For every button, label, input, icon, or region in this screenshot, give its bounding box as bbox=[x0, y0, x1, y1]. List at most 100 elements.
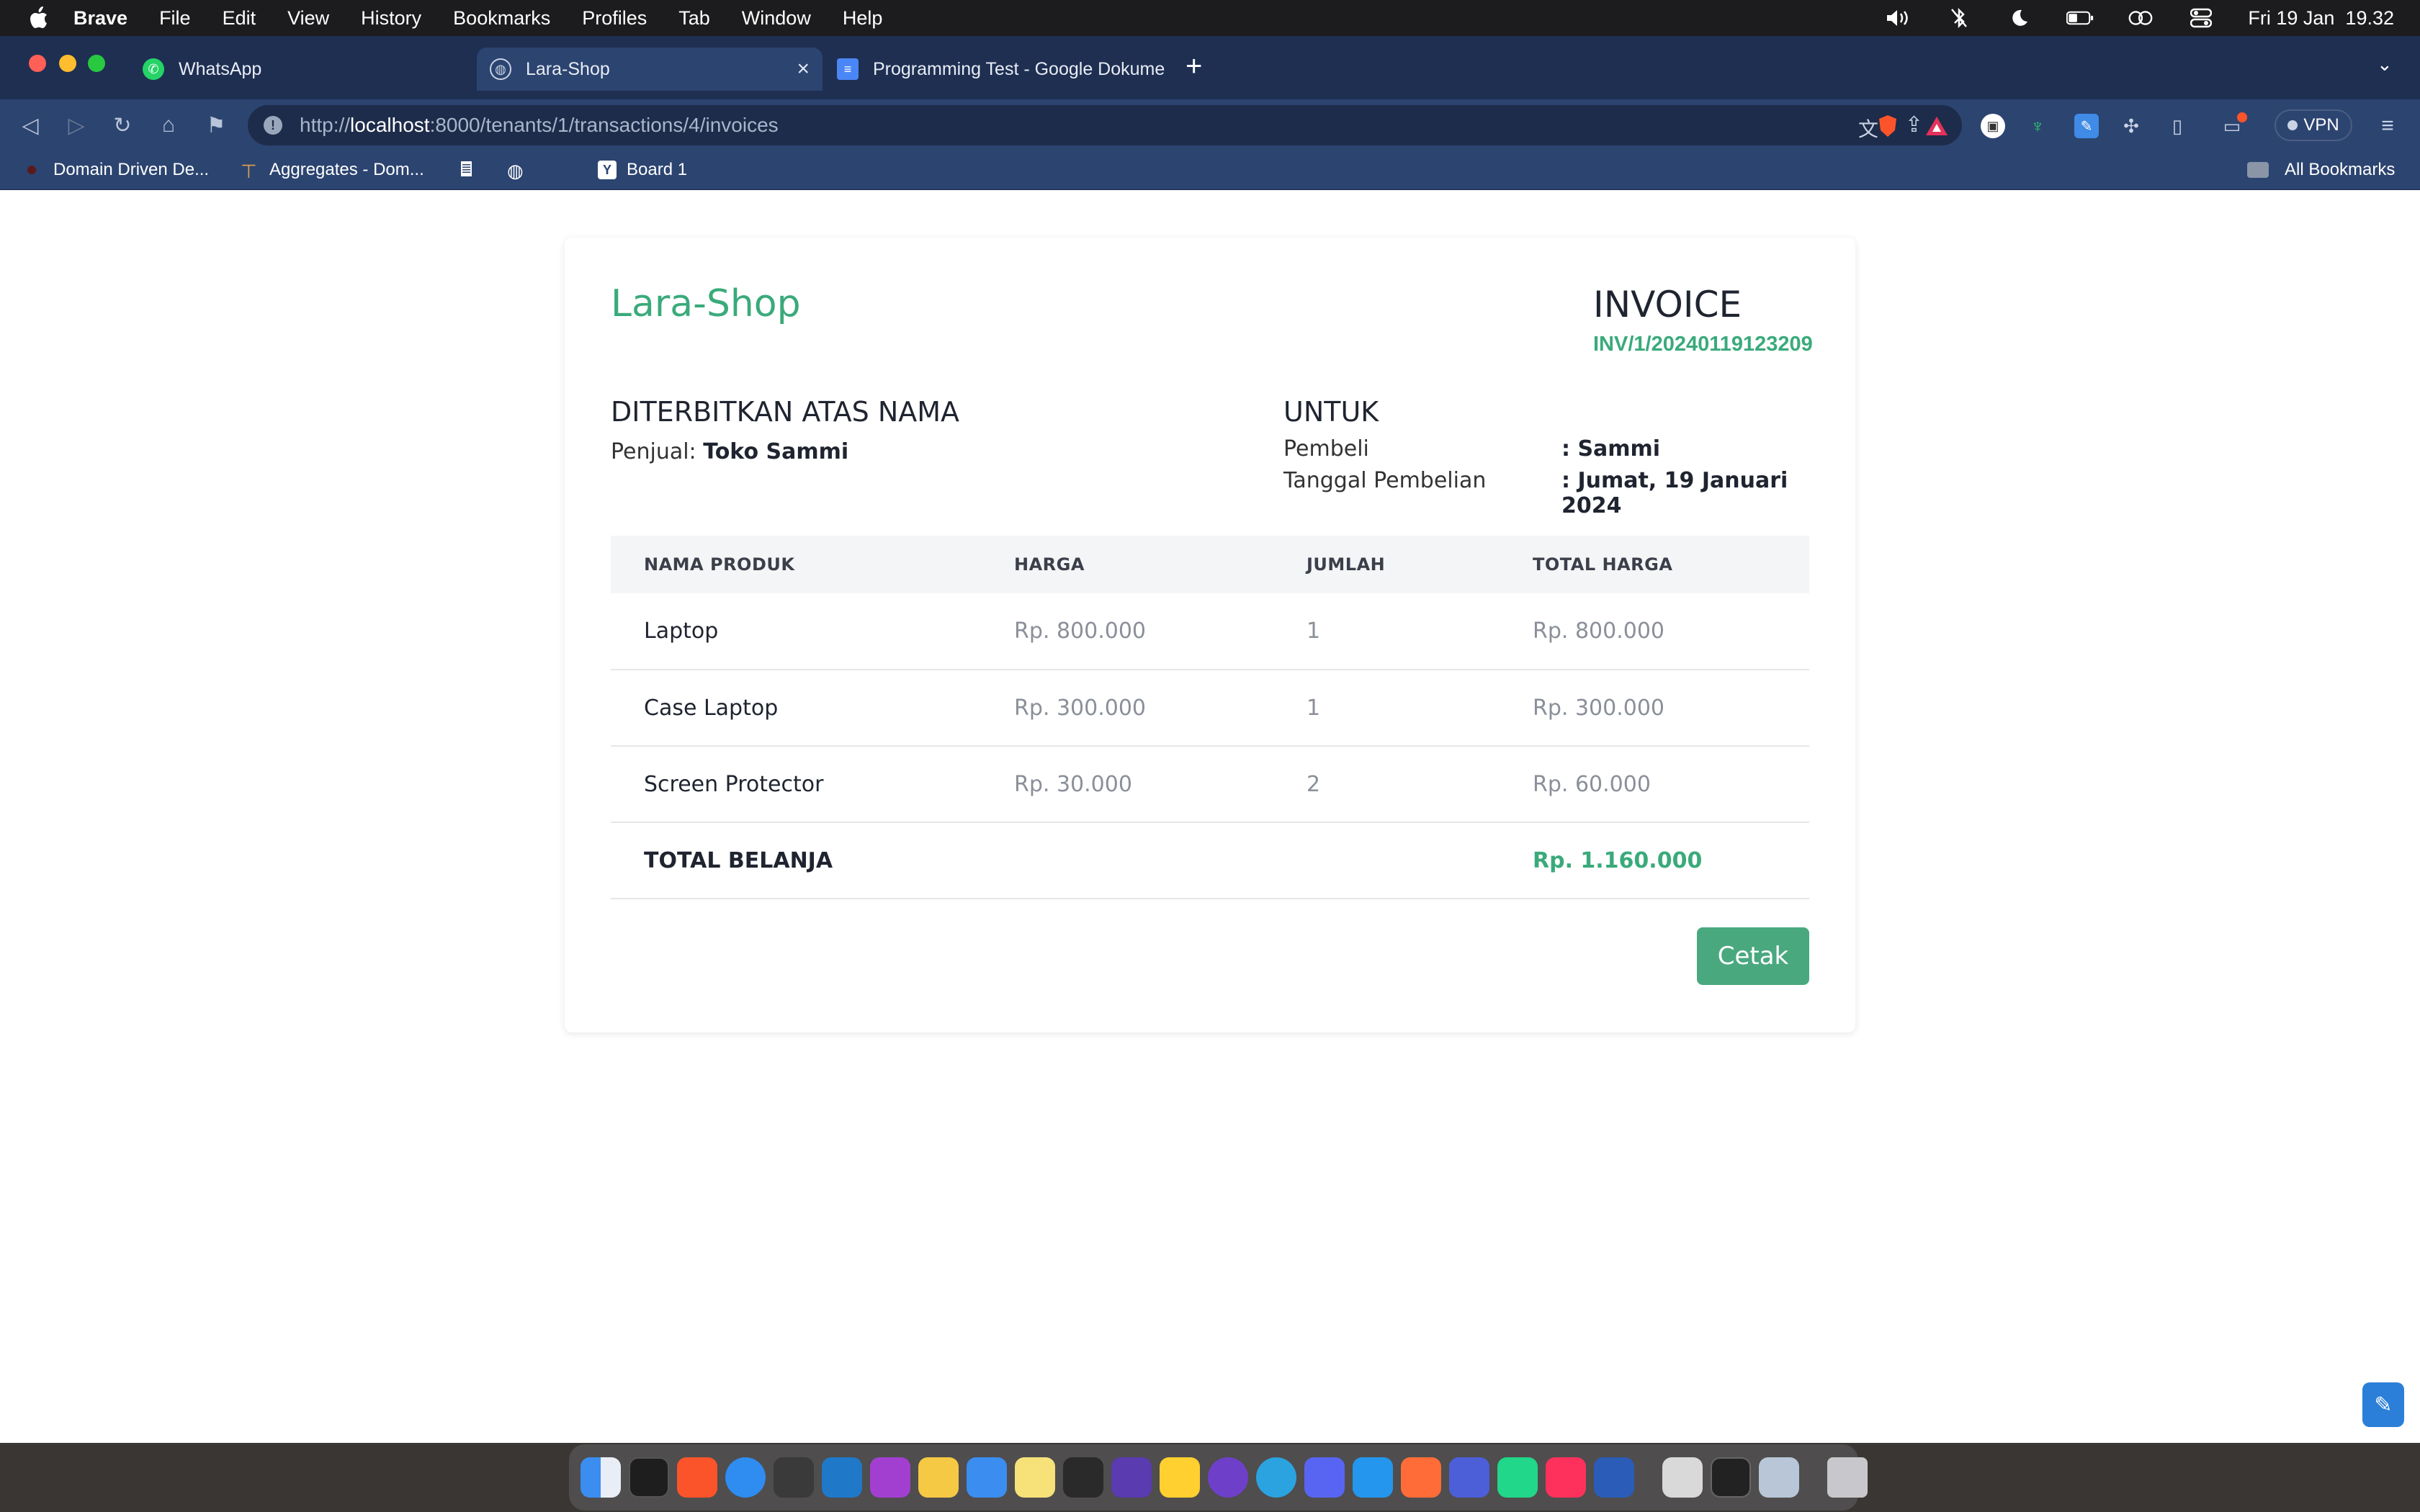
bookmark-label: Domain Driven De... bbox=[53, 160, 210, 179]
terminal-icon[interactable] bbox=[629, 1457, 669, 1498]
macos-menubar: Brave File Edit View History Bookmarks P… bbox=[0, 0, 2420, 36]
back-icon[interactable]: ◁ bbox=[17, 112, 43, 138]
menu-file[interactable]: File bbox=[159, 7, 191, 30]
menu-help[interactable]: Help bbox=[843, 7, 883, 30]
bluetooth-off-icon[interactable] bbox=[1945, 8, 1973, 28]
bookmark-aggregates[interactable]: ⊤ Aggregates - Dom... bbox=[241, 160, 424, 182]
sidebar-toggle-icon[interactable]: ▯ bbox=[2165, 114, 2190, 138]
tableplus-icon[interactable] bbox=[918, 1457, 959, 1498]
color-picker-icon[interactable]: ✎ bbox=[2362, 1382, 2404, 1427]
miro-icon[interactable] bbox=[1160, 1457, 1200, 1498]
bookmark-domain-driven[interactable]: Domain Driven De... bbox=[27, 160, 209, 180]
all-bookmarks-label: All Bookmarks bbox=[2285, 160, 2396, 179]
control-center-icon[interactable] bbox=[2187, 8, 2215, 28]
print-button[interactable]: Cetak bbox=[1697, 927, 1809, 985]
address-bar[interactable]: ! http://localhost:8000/tenants/1/transa… bbox=[248, 105, 1962, 145]
bookmark-globe-icon[interactable]: ◍ bbox=[507, 160, 524, 182]
brave-shields-icon[interactable] bbox=[1876, 114, 1900, 138]
mail-icon[interactable] bbox=[967, 1457, 1007, 1498]
menu-window[interactable]: Window bbox=[742, 7, 811, 30]
phpstorm-icon[interactable] bbox=[870, 1457, 910, 1498]
main-menu-icon[interactable]: ≡ bbox=[2375, 114, 2400, 138]
bookmark-board-1[interactable]: Y Board 1 bbox=[598, 160, 687, 180]
screen-mirroring-icon[interactable] bbox=[2127, 9, 2154, 27]
grand-total-row: TOTAL BELANJA Rp. 1.160.000 bbox=[611, 822, 1809, 899]
invoice-table: NAMA PRODUK HARGA JUMLAH TOTAL HARGA Lap… bbox=[611, 536, 1809, 899]
sublime-text-icon[interactable] bbox=[774, 1457, 814, 1498]
vscode-icon[interactable] bbox=[822, 1457, 862, 1498]
screenshot-icon[interactable] bbox=[1759, 1457, 1799, 1498]
tab-list-chevron-icon[interactable]: ⌄ bbox=[2377, 53, 2393, 76]
safari-icon[interactable] bbox=[725, 1457, 766, 1498]
finder-icon[interactable] bbox=[581, 1457, 621, 1498]
bookmark-label: Board 1 bbox=[627, 160, 688, 179]
whatsapp-icon: ✆ bbox=[143, 58, 164, 80]
maximize-window-button[interactable] bbox=[88, 55, 105, 72]
tab-lara-shop[interactable]: ◍ Lara-Shop × bbox=[477, 48, 823, 91]
menu-app-name[interactable]: Brave bbox=[73, 7, 127, 30]
reload-icon[interactable]: ↻ bbox=[109, 112, 135, 138]
goland-icon[interactable] bbox=[1449, 1457, 1489, 1498]
folder-icon bbox=[2247, 162, 2269, 178]
discord-icon[interactable] bbox=[1304, 1457, 1345, 1498]
telegram-icon[interactable] bbox=[1256, 1457, 1296, 1498]
activity-monitor-icon[interactable] bbox=[1711, 1457, 1751, 1498]
menu-view[interactable]: View bbox=[287, 7, 329, 30]
battery-icon[interactable] bbox=[2066, 9, 2094, 27]
close-tab-icon[interactable]: × bbox=[797, 57, 810, 81]
extension-colorpick-icon[interactable]: ✎ bbox=[2074, 114, 2099, 138]
vpn-status-icon bbox=[2287, 120, 2298, 130]
browser-toolbar: ◁ ▷ ↻ ⌂ ⚑ ! http://localhost:8000/tenant… bbox=[0, 99, 2420, 151]
pycharm-icon[interactable] bbox=[1497, 1457, 1538, 1498]
extensions-puzzle-icon[interactable]: ✣ bbox=[2119, 114, 2143, 138]
menu-history[interactable]: History bbox=[361, 7, 421, 30]
brave-icon[interactable] bbox=[677, 1457, 717, 1498]
table-row: Screen Protector Rp. 30.000 2 Rp. 60.000 bbox=[611, 746, 1809, 823]
date-label: Tanggal Pembelian bbox=[1283, 468, 1487, 493]
obsidian-icon[interactable] bbox=[1111, 1457, 1152, 1498]
buyer-label: Pembeli bbox=[1283, 436, 1369, 462]
home-icon[interactable]: ⌂ bbox=[156, 112, 182, 138]
brave-rewards-icon[interactable] bbox=[1924, 114, 1949, 138]
activity-icon[interactable] bbox=[1063, 1457, 1103, 1498]
wallet-icon[interactable]: ▭ bbox=[2220, 112, 2247, 138]
empty-cell bbox=[1273, 822, 1500, 899]
vpn-button[interactable]: VPN bbox=[2275, 109, 2352, 141]
cell-price: Rp. 30.000 bbox=[981, 746, 1273, 823]
github-desktop-icon[interactable] bbox=[1208, 1457, 1248, 1498]
menu-profiles[interactable]: Profiles bbox=[582, 7, 647, 30]
tab-google-docs[interactable]: ≡ Programming Test - Google Dokume bbox=[824, 48, 1170, 91]
extension-wappalyzer-icon[interactable]: ♆ bbox=[2025, 114, 2050, 138]
site-info-icon[interactable]: ! bbox=[264, 116, 282, 135]
menu-edit[interactable]: Edit bbox=[223, 7, 256, 30]
notes-icon[interactable] bbox=[1015, 1457, 1055, 1498]
minimize-window-button[interactable] bbox=[59, 55, 76, 72]
docker-icon[interactable] bbox=[1353, 1457, 1393, 1498]
share-icon[interactable]: ⇪ bbox=[1905, 112, 1923, 138]
postman-icon[interactable] bbox=[1401, 1457, 1441, 1498]
cell-total: Rp. 60.000 bbox=[1500, 746, 1809, 823]
apple-menu-icon[interactable] bbox=[27, 6, 49, 30]
bookmark-icon[interactable]: ⚑ bbox=[203, 112, 229, 138]
menu-bookmarks[interactable]: Bookmarks bbox=[453, 7, 550, 30]
extension-reader-icon[interactable]: ▣ bbox=[1981, 114, 2005, 138]
url-text[interactable]: http://localhost:8000/tenants/1/transact… bbox=[300, 114, 779, 137]
menubar-clock[interactable]: Fri 19 Jan 19.32 bbox=[2248, 7, 2394, 30]
bookmark-doc-icon[interactable]: ≣ bbox=[461, 161, 472, 176]
tab-whatsapp[interactable]: ✆ WhatsApp bbox=[130, 48, 475, 91]
preview-icon[interactable] bbox=[1662, 1457, 1703, 1498]
intellij-icon[interactable] bbox=[1546, 1457, 1586, 1498]
trash-icon[interactable] bbox=[1827, 1457, 1868, 1498]
col-header-product: NAMA PRODUK bbox=[644, 554, 795, 575]
bookmark-favicon-icon: ⊤ bbox=[241, 161, 257, 182]
new-tab-button[interactable]: + bbox=[1186, 50, 1202, 83]
brand-title[interactable]: Lara-Shop bbox=[611, 282, 801, 325]
all-bookmarks[interactable]: All Bookmarks bbox=[2247, 160, 2395, 180]
word-icon[interactable] bbox=[1594, 1457, 1634, 1498]
table-row: Case Laptop Rp. 300.000 1 Rp. 300.000 bbox=[611, 670, 1809, 747]
volume-icon[interactable] bbox=[1885, 9, 1912, 27]
dark-mode-icon[interactable] bbox=[2006, 9, 2033, 27]
close-window-button[interactable] bbox=[29, 55, 46, 72]
forward-icon[interactable]: ▷ bbox=[63, 112, 89, 138]
menu-tab[interactable]: Tab bbox=[678, 7, 710, 30]
